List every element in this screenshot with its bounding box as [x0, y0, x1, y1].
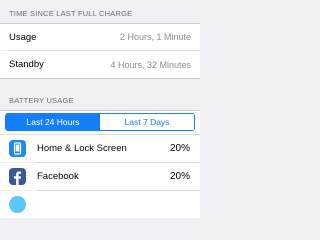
- usage-label: Usage: [9, 31, 37, 43]
- standby-value: 4 Hours, 32 Minutes: [110, 59, 191, 70]
- time-range-segmented-control: Last 24 Hours Last 7 Days: [5, 113, 195, 131]
- facebook-icon: [9, 168, 26, 185]
- app-name: Facebook: [37, 171, 79, 182]
- usage-value: 2 Hours, 1 Minute: [119, 32, 191, 42]
- app-row-partial[interactable]: [0, 191, 200, 218]
- app-percent: 20%: [169, 171, 190, 182]
- battery-usage-header: BATTERY USAGE: [9, 96, 74, 105]
- divider: [0, 78, 200, 79]
- since-charge-header: TIME SINCE LAST FULL CHARGE: [9, 9, 133, 18]
- home-lock-screen-icon: [9, 140, 26, 157]
- app-row-facebook[interactable]: Facebook 20%: [0, 163, 200, 190]
- standby-label: Standby: [9, 59, 44, 70]
- app-icon-partial: [9, 196, 26, 213]
- app-percent: 20%: [169, 143, 190, 154]
- app-row-home-lock-screen[interactable]: Home & Lock Screen 20%: [0, 135, 200, 162]
- tab-last-7-days[interactable]: Last 7 Days: [100, 114, 194, 130]
- tab-last-24-hours[interactable]: Last 24 Hours: [6, 114, 100, 130]
- usage-row: Usage 2 Hours, 1 Minute: [0, 24, 200, 50]
- app-name: Home & Lock Screen: [37, 143, 127, 154]
- time-range-bar: Last 24 Hours Last 7 Days: [0, 111, 200, 134]
- standby-row: Standby 4 Hours, 32 Minutes: [0, 51, 200, 78]
